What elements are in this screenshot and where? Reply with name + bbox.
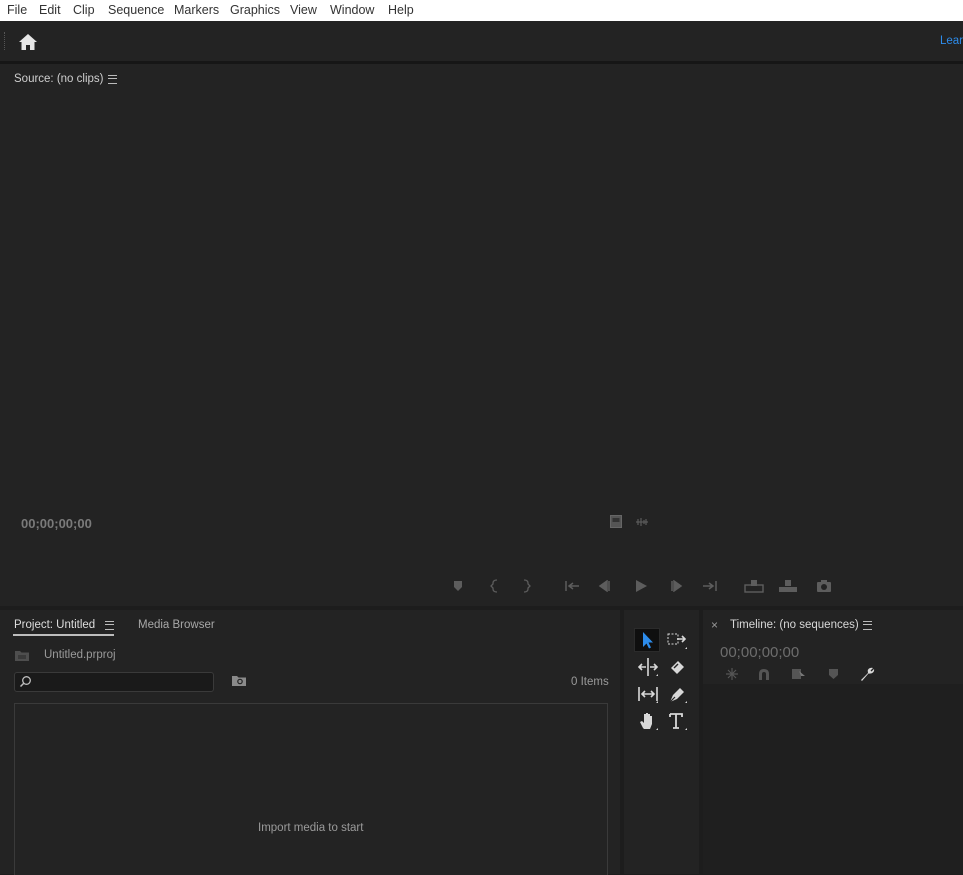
track-select-forward-icon[interactable] bbox=[665, 629, 689, 651]
menu-clip[interactable]: Clip bbox=[73, 3, 95, 17]
selection-tool[interactable] bbox=[634, 628, 660, 652]
drag-grip[interactable] bbox=[4, 32, 7, 50]
add-marker-icon[interactable] bbox=[452, 580, 464, 592]
source-panel-title: Source: (no clips) bbox=[14, 73, 104, 85]
mark-in-icon[interactable] bbox=[490, 579, 500, 593]
insert-icon[interactable] bbox=[744, 579, 764, 593]
learn-tab[interactable]: Lear bbox=[940, 35, 963, 47]
wrench-icon[interactable] bbox=[859, 666, 875, 682]
timeline-panel-title: Timeline: (no sequences) bbox=[730, 619, 859, 631]
search-input[interactable] bbox=[14, 672, 214, 692]
hand-icon[interactable] bbox=[636, 710, 660, 732]
source-monitor-panel bbox=[0, 64, 963, 606]
menu-markers[interactable]: Markers bbox=[174, 3, 219, 17]
search-icon bbox=[19, 676, 31, 688]
item-count: 0 Items bbox=[571, 676, 609, 688]
source-panel-menu-icon[interactable] bbox=[108, 75, 117, 84]
menu-graphics[interactable]: Graphics bbox=[230, 3, 280, 17]
export-frame-icon[interactable] bbox=[816, 579, 832, 593]
timeline-panel-menu-icon[interactable] bbox=[863, 621, 872, 630]
ripple-edit-icon[interactable] bbox=[636, 656, 660, 678]
step-forward-icon[interactable] bbox=[669, 580, 683, 592]
menu-sequence[interactable]: Sequence bbox=[108, 3, 164, 17]
snap-icon[interactable] bbox=[757, 667, 771, 681]
timeline-timecode[interactable]: 00;00;00;00 bbox=[720, 644, 799, 661]
active-tab-underline bbox=[13, 634, 114, 636]
close-timeline-icon[interactable]: × bbox=[711, 618, 718, 632]
project-file-name: Untitled.prproj bbox=[44, 649, 116, 661]
tab-media-browser[interactable]: Media Browser bbox=[138, 619, 215, 631]
timeline-marker-icon[interactable] bbox=[828, 668, 839, 680]
menu-help[interactable]: Help bbox=[388, 3, 414, 17]
project-media-list[interactable] bbox=[14, 703, 608, 875]
timeline-track-area[interactable] bbox=[703, 684, 963, 874]
empty-state-message: Import media to start bbox=[258, 822, 364, 834]
play-icon[interactable] bbox=[634, 579, 648, 593]
header-bar bbox=[0, 21, 963, 64]
menu-window[interactable]: Window bbox=[330, 3, 374, 17]
type-icon[interactable] bbox=[665, 710, 689, 732]
menu-bar: File Edit Clip Sequence Markers Graphics… bbox=[0, 0, 963, 21]
slip-icon[interactable] bbox=[636, 683, 660, 705]
home-icon[interactable] bbox=[18, 33, 38, 51]
tab-project[interactable]: Project: Untitled bbox=[14, 619, 95, 631]
project-bin-icon bbox=[15, 651, 29, 661]
menu-file[interactable]: File bbox=[7, 3, 27, 17]
go-to-in-icon[interactable] bbox=[564, 580, 580, 592]
menu-edit[interactable]: Edit bbox=[39, 3, 61, 17]
menu-view[interactable]: View bbox=[290, 3, 317, 17]
step-back-icon[interactable] bbox=[598, 580, 612, 592]
find-bin-icon[interactable] bbox=[231, 674, 247, 687]
project-panel-menu-icon[interactable] bbox=[105, 621, 114, 630]
selection-arrow-icon bbox=[643, 632, 653, 649]
source-timecode[interactable]: 00;00;00;00 bbox=[21, 516, 92, 531]
razor-icon[interactable] bbox=[665, 656, 689, 678]
drag-video-icon[interactable] bbox=[610, 515, 622, 528]
pen-icon[interactable] bbox=[665, 683, 689, 705]
mark-out-icon[interactable] bbox=[521, 579, 531, 593]
overwrite-icon[interactable] bbox=[778, 579, 798, 593]
go-to-out-icon[interactable] bbox=[702, 580, 718, 592]
nest-sequences-icon[interactable] bbox=[724, 667, 740, 681]
linked-selection-icon[interactable] bbox=[791, 667, 807, 681]
drag-audio-icon[interactable] bbox=[635, 517, 649, 527]
